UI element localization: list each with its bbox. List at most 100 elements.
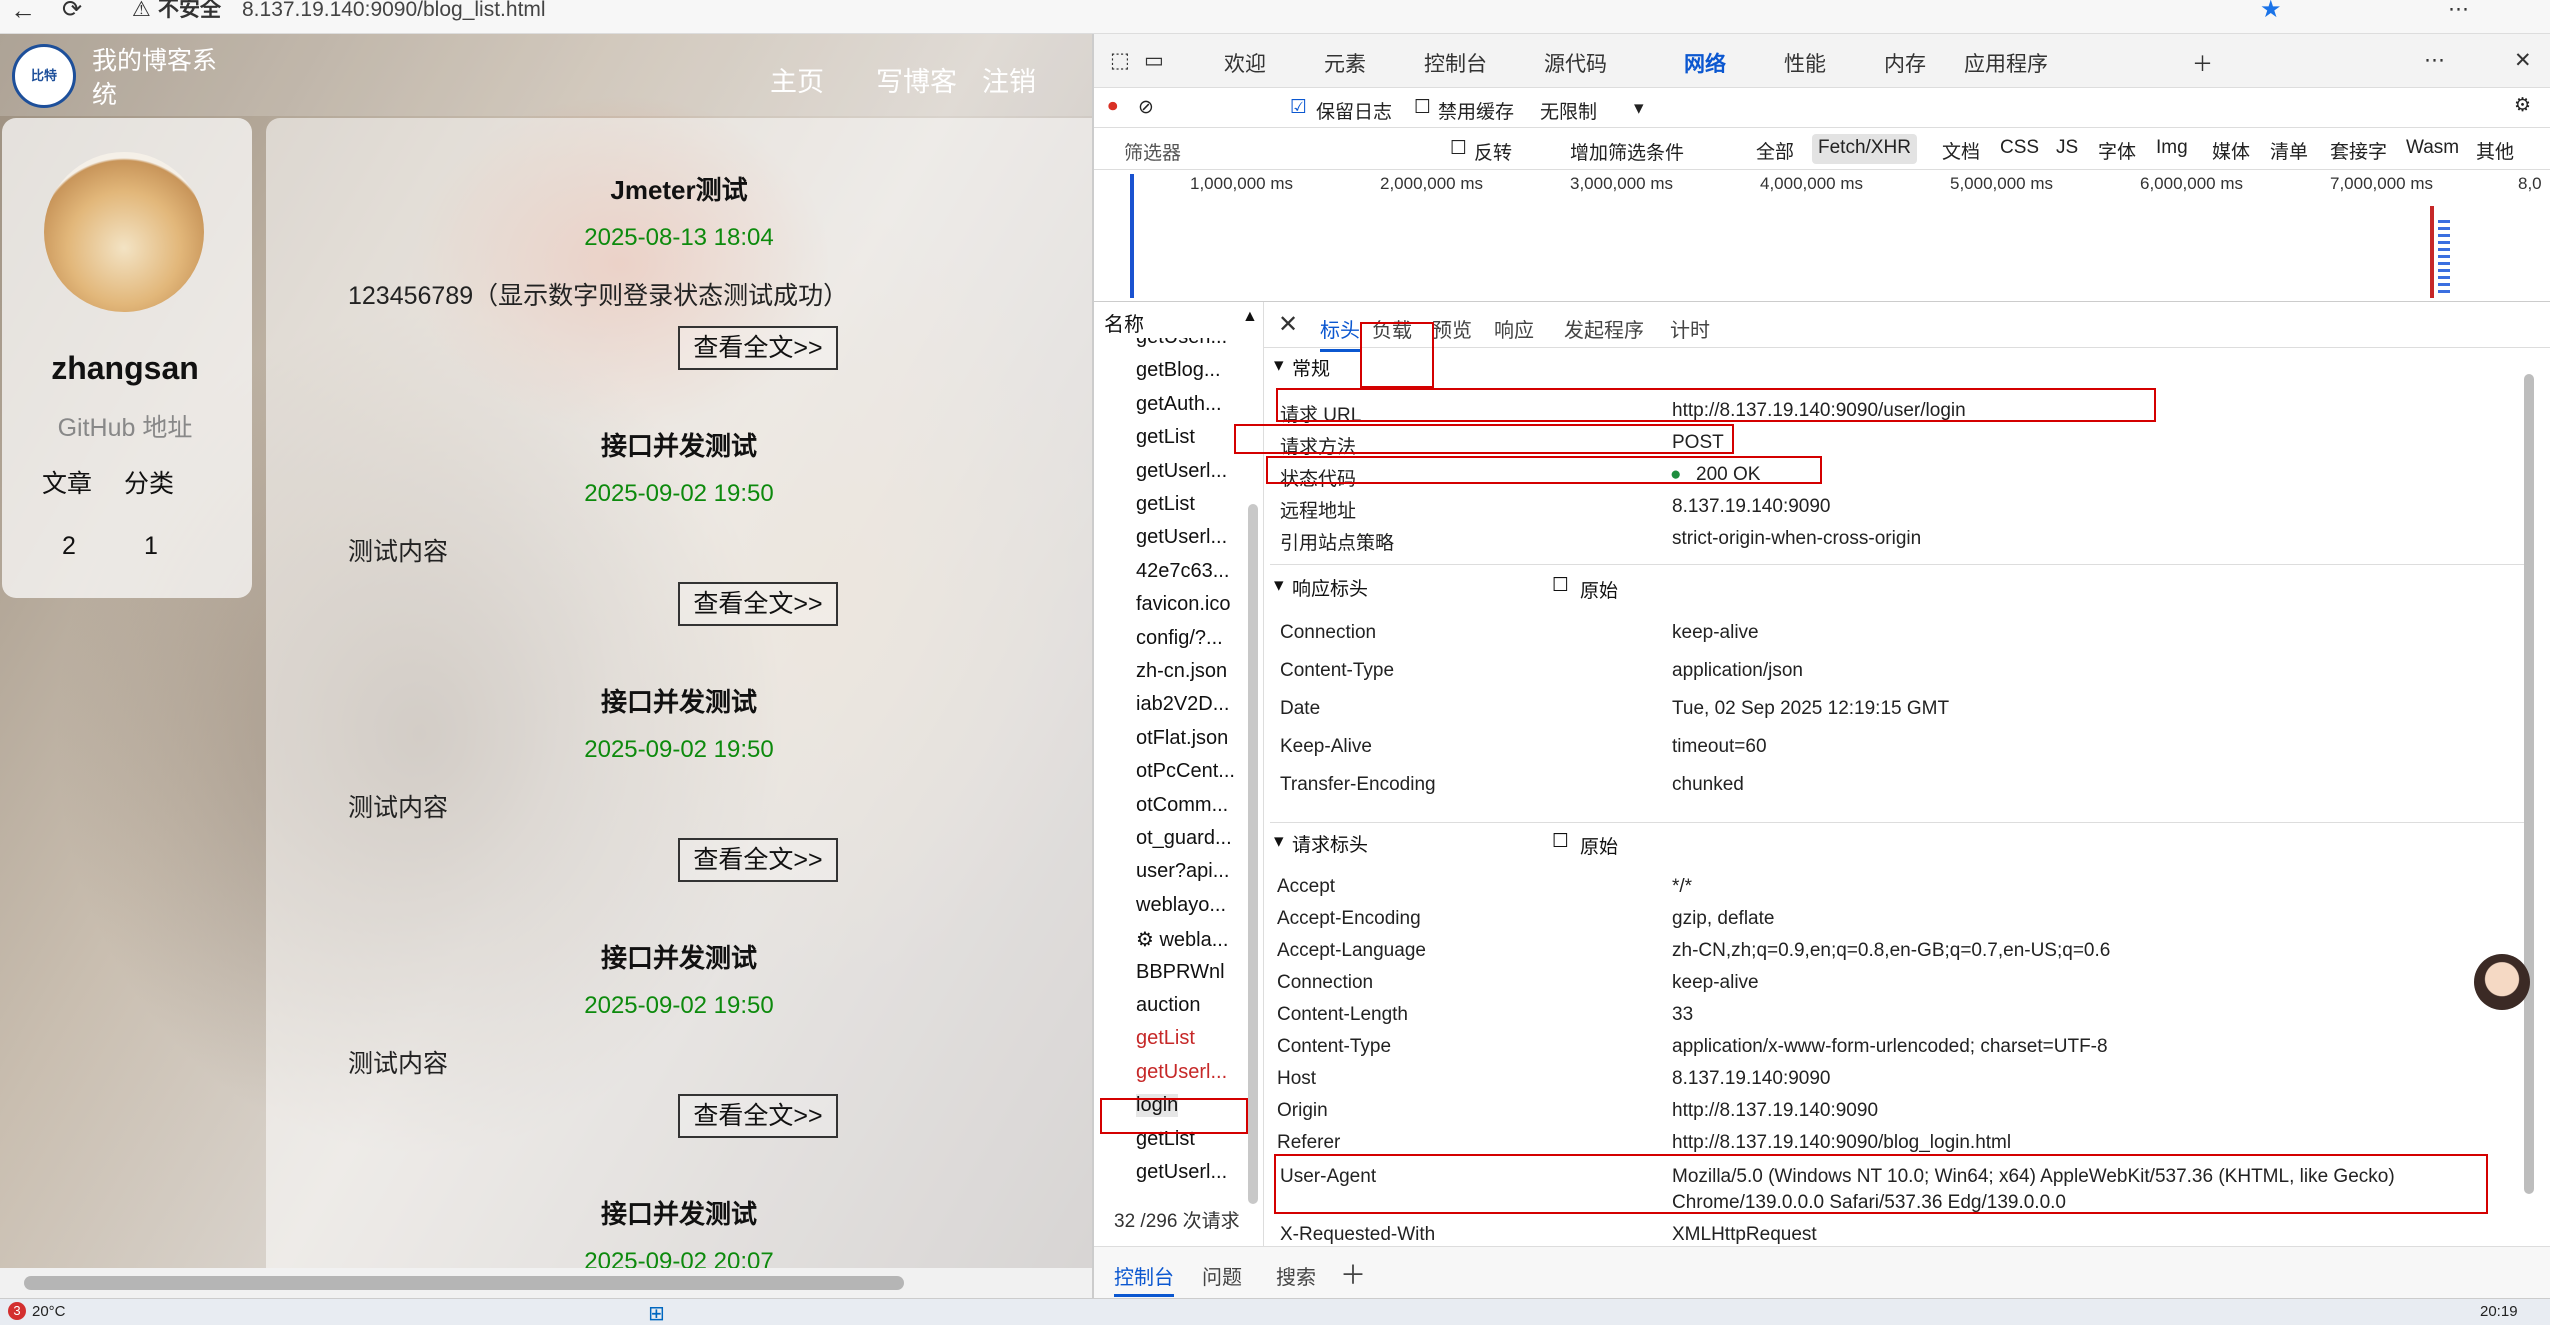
response-headers-arrow[interactable]: ▾ [1274,574,1284,597]
tab-application[interactable]: 应用程序 [1964,48,2048,78]
request-row[interactable]: getList [1136,426,1195,449]
reload-icon[interactable]: ⟳ [62,0,82,22]
request-row[interactable]: zh-cn.json [1136,660,1227,683]
request-headers-title[interactable]: 请求标头 [1292,830,1368,857]
github-link[interactable]: GitHub 地址 [2,408,248,444]
request-row[interactable]: user?api... [1136,860,1229,883]
nav-write[interactable]: 写博客 [876,60,957,99]
request-row[interactable]: weblayo... [1136,894,1226,917]
scroll-thumb[interactable] [24,1276,904,1290]
sort-icon[interactable]: ▲ [1242,308,1258,326]
filter-chip[interactable]: 字体 [2092,134,2142,164]
tab-network[interactable]: 网络 [1684,48,1726,78]
assistant-avatar[interactable] [2474,954,2530,1010]
disable-cache-checkbox[interactable]: ☐ [1414,96,1431,119]
drawer-tab-issues[interactable]: 问题 [1202,1261,1242,1290]
request-row[interactable]: getUserl... [1136,1161,1227,1184]
response-headers-title[interactable]: 响应标头 [1292,574,1368,601]
dropdown-icon[interactable]: ▾ [1634,97,1644,120]
url-text[interactable]: 8.137.19.140:9090/blog_list.html [242,0,546,20]
request-row[interactable]: config/?... [1136,627,1223,650]
clear-icon[interactable]: ⊘ [1138,96,1154,119]
request-row[interactable]: getList [1136,493,1195,516]
request-row[interactable]: getUseri... [1136,338,1227,349]
tab-timing[interactable]: 计时 [1670,314,1710,343]
request-row[interactable]: otPcCent... [1136,760,1235,783]
read-more-button[interactable]: 查看全文>> [678,582,838,626]
request-row[interactable]: iab2V2D... [1136,693,1229,716]
request-row[interactable]: getUserl... [1136,1061,1227,1084]
tab-preview[interactable]: 预览 [1432,314,1472,343]
general-section-arrow[interactable]: ▾ [1274,354,1284,377]
more-menu-icon[interactable]: ⋯ [2448,0,2469,20]
general-section-title[interactable]: 常规 [1292,354,1330,381]
tab-sources[interactable]: 源代码 [1544,48,1607,78]
read-more-button[interactable]: 查看全文>> [678,1094,838,1138]
device-icon[interactable]: ▭ [1144,48,1164,73]
tab-headers[interactable]: 标头 [1320,314,1360,352]
detail-scrollbar[interactable] [2524,374,2534,1194]
name-column-header[interactable]: 名称 [1104,308,1144,337]
more-icon[interactable]: ⋯ [2424,48,2445,73]
request-row[interactable]: ot_guard... [1136,827,1232,850]
request-row[interactable]: ⚙ webla... [1136,927,1228,952]
back-icon[interactable]: ← [10,0,36,23]
nav-logout[interactable]: 注销 [982,60,1036,99]
filter-chip[interactable]: Wasm [2400,134,2465,164]
request-row[interactable]: favicon.ico [1136,593,1231,616]
filter-chip[interactable]: 文档 [1936,134,1986,164]
filter-input[interactable]: 筛选器 [1124,138,1181,165]
tab-performance[interactable]: 性能 [1784,48,1826,78]
close-devtools-icon[interactable]: ✕ [2514,48,2532,73]
filter-chip-active[interactable]: Fetch/XHR [1812,134,1917,164]
settings-gear-icon[interactable]: ⚙ [2514,94,2531,117]
record-icon[interactable]: ⏺ [1108,96,1118,118]
filter-chip[interactable]: JS [2050,134,2084,164]
tab-welcome[interactable]: 欢迎 [1224,48,1266,78]
request-row[interactable]: otComm... [1136,794,1228,817]
inspect-icon[interactable]: ⬚ [1110,48,1130,73]
tab-initiator[interactable]: 发起程序 [1564,314,1644,343]
horizontal-scrollbar[interactable] [0,1268,1092,1298]
request-list-scrollbar[interactable] [1248,504,1258,1204]
add-tab-icon[interactable]: ＋ [2192,48,2213,78]
filter-chip[interactable]: 其他 [2470,134,2520,164]
favorite-star-icon[interactable]: ★ [2260,0,2282,22]
invert-checkbox[interactable]: ☐ [1450,137,1467,160]
read-more-button[interactable]: 查看全文>> [678,838,838,882]
drawer-tab-console[interactable]: 控制台 [1114,1261,1174,1297]
tab-response[interactable]: 响应 [1494,314,1534,343]
filter-chip[interactable]: CSS [1994,134,2045,164]
filter-chip[interactable]: 全部 [1750,134,1800,164]
request-headers-arrow[interactable]: ▾ [1274,830,1284,853]
request-row[interactable]: getUserl... [1136,460,1227,483]
weather-text[interactable]: 20°C [32,1303,66,1320]
start-icon[interactable]: ⊞ [648,1301,665,1325]
clock-text[interactable]: 20:19 [2480,1303,2518,1320]
filter-chip[interactable]: 媒体 [2206,134,2256,164]
request-row[interactable]: getBlog... [1136,359,1221,382]
request-row[interactable]: otFlat.json [1136,727,1228,750]
filter-chip[interactable]: Img [2150,134,2194,164]
request-row[interactable]: 42e7c63... [1136,560,1229,583]
request-row[interactable]: BBPRWnl [1136,961,1225,984]
throttle-select[interactable]: 无限制 [1540,97,1597,124]
close-detail-icon[interactable]: ✕ [1278,310,1298,339]
tab-memory[interactable]: 内存 [1884,48,1926,78]
add-drawer-tab-icon[interactable]: ＋ [1340,1255,1366,1292]
nav-home[interactable]: 主页 [770,60,824,99]
raw-checkbox[interactable]: ☐ [1552,574,1569,597]
drawer-tab-search[interactable]: 搜索 [1276,1261,1316,1290]
tab-console[interactable]: 控制台 [1424,48,1487,78]
address-bar[interactable]: ← ⟳ ⚠ 不安全 8.137.19.140:9090/blog_list.ht… [0,0,2550,34]
filter-chip[interactable]: 清单 [2264,134,2314,164]
request-row[interactable]: getList [1136,1027,1195,1050]
request-row[interactable]: getUserl... [1136,526,1227,549]
request-row[interactable]: auction [1136,994,1201,1017]
request-row[interactable]: getAuth... [1136,393,1222,416]
filter-chip[interactable]: 套接字 [2324,134,2393,164]
more-filters-button[interactable]: 增加筛选条件 [1570,138,1684,165]
raw-checkbox[interactable]: ☐ [1552,830,1569,853]
tab-elements[interactable]: 元素 [1324,48,1366,78]
preserve-log-checkbox[interactable]: ☑ [1290,96,1307,119]
